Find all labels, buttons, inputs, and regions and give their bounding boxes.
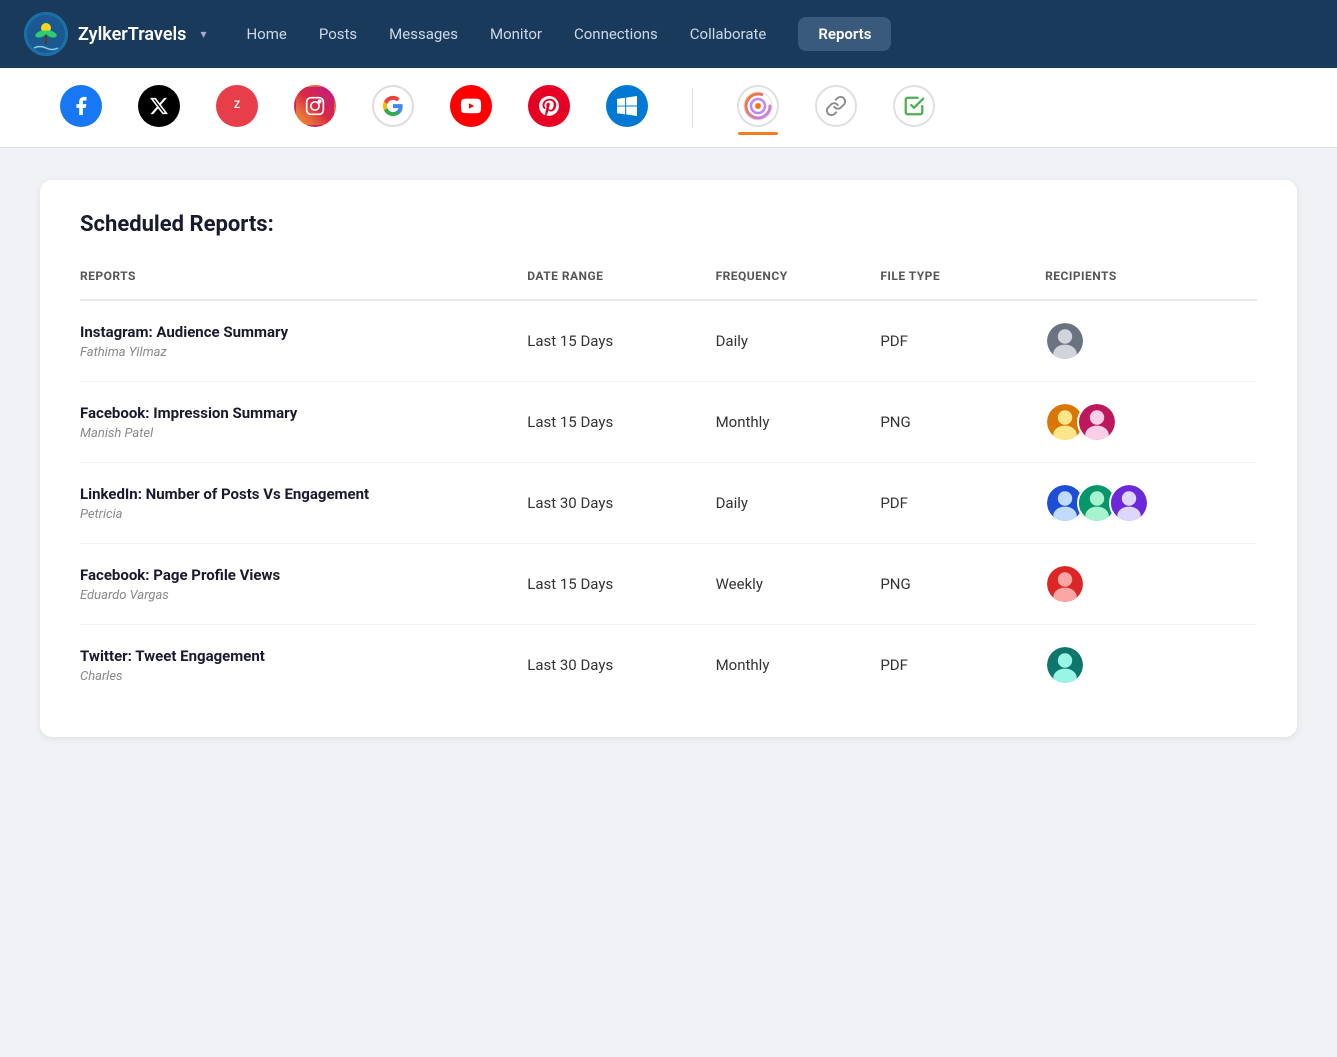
table-row[interactable]: LinkedIn: Number of Posts Vs Engagement P… [80, 463, 1257, 544]
social-bar-divider [692, 88, 693, 128]
report-name-3: Facebook: Page Profile Views [80, 566, 527, 584]
col-reports: REPORTS [80, 269, 527, 300]
report-owner-1: Manish Patel [80, 426, 527, 441]
page-title: Scheduled Reports: [80, 212, 1257, 237]
report-owner-0: Fathima Yilmaz [80, 345, 527, 360]
social-zoho[interactable]: Z [216, 85, 258, 131]
date-range-2: Last 30 Days [527, 463, 715, 544]
frequency-2: Daily [716, 463, 881, 544]
file-type-2: PDF [880, 463, 1045, 544]
report-owner-4: Charles [80, 669, 527, 684]
recipients-2 [1045, 463, 1257, 544]
nav-connections[interactable]: Connections [574, 25, 658, 43]
report-name-4: Twitter: Tweet Engagement [80, 647, 527, 665]
navbar: ZylkerTravels ▾ Home Posts Messages Moni… [0, 0, 1337, 68]
zoho-icon: Z [216, 85, 258, 127]
date-range-3: Last 15 Days [527, 544, 715, 625]
social-windows[interactable] [606, 85, 648, 131]
recipients-1 [1045, 382, 1257, 463]
frequency-3: Weekly [716, 544, 881, 625]
nav-messages[interactable]: Messages [389, 25, 458, 43]
nav-collaborate[interactable]: Collaborate [690, 25, 767, 43]
instagram-icon [294, 85, 336, 127]
recipients-3 [1045, 544, 1257, 625]
nav-home[interactable]: Home [246, 25, 286, 43]
col-recipients: RECIPIENTS [1045, 269, 1257, 300]
report-name-1: Facebook: Impression Summary [80, 404, 527, 422]
nav-posts[interactable]: Posts [319, 25, 357, 43]
col-frequency: FREQUENCY [716, 269, 881, 300]
col-file-type: FILE TYPE [880, 269, 1045, 300]
social-facebook[interactable] [60, 85, 102, 131]
social-google[interactable] [372, 85, 414, 131]
windows-icon [606, 85, 648, 127]
brand-logo [24, 12, 68, 56]
file-type-1: PNG [880, 382, 1045, 463]
report-name-0: Instagram: Audience Summary [80, 323, 527, 341]
google-icon [372, 85, 414, 127]
social-instagram[interactable] [294, 85, 336, 131]
twitter-icon [138, 85, 180, 127]
social-zcircle[interactable] [737, 85, 779, 131]
brand[interactable]: ZylkerTravels ▾ [24, 12, 206, 56]
nav-monitor[interactable]: Monitor [490, 25, 542, 43]
date-range-4: Last 30 Days [527, 625, 715, 706]
report-owner-2: Petricia [80, 507, 527, 522]
table-row[interactable]: Instagram: Audience Summary Fathima Yilma… [80, 300, 1257, 382]
table-row[interactable]: Facebook: Impression Summary Manish Patel… [80, 382, 1257, 463]
frequency-1: Monthly [716, 382, 881, 463]
file-type-4: PDF [880, 625, 1045, 706]
social-twitter[interactable] [138, 85, 180, 131]
pinterest-icon [528, 85, 570, 127]
youtube-icon [450, 85, 492, 127]
date-range-1: Last 15 Days [527, 382, 715, 463]
frequency-0: Daily [716, 300, 881, 382]
green-icon [893, 85, 935, 127]
social-pinterest[interactable] [528, 85, 570, 131]
reports-table: REPORTS DATE RANGE FREQUENCY FILE TYPE R… [80, 269, 1257, 705]
reports-card: Scheduled Reports: REPORTS DATE RANGE FR… [40, 180, 1297, 737]
table-header-row: REPORTS DATE RANGE FREQUENCY FILE TYPE R… [80, 269, 1257, 300]
date-range-0: Last 15 Days [527, 300, 715, 382]
nav-links: Home Posts Messages Monitor Connections … [246, 17, 1313, 51]
avatar [1045, 564, 1085, 604]
file-type-3: PNG [880, 544, 1045, 625]
recipients-0 [1045, 300, 1257, 382]
file-type-0: PDF [880, 300, 1045, 382]
main-content: Scheduled Reports: REPORTS DATE RANGE FR… [0, 148, 1337, 769]
table-row[interactable]: Facebook: Page Profile Views Eduardo Varg… [80, 544, 1257, 625]
brand-chevron: ▾ [200, 27, 206, 41]
social-green[interactable] [893, 85, 935, 131]
social-chain[interactable] [815, 85, 857, 131]
avatar [1109, 483, 1149, 523]
facebook-icon [60, 85, 102, 127]
report-owner-3: Eduardo Vargas [80, 588, 527, 603]
social-youtube[interactable] [450, 85, 492, 131]
table-row[interactable]: Twitter: Tweet Engagement CharlesLast 30 … [80, 625, 1257, 706]
zcircle-icon [737, 85, 779, 127]
report-name-2: LinkedIn: Number of Posts Vs Engagement [80, 485, 527, 503]
brand-name: ZylkerTravels [78, 24, 186, 45]
social-bar: Z [0, 68, 1337, 148]
avatar [1045, 321, 1085, 361]
chain-icon [815, 85, 857, 127]
nav-reports[interactable]: Reports [798, 17, 891, 51]
col-date-range: DATE RANGE [527, 269, 715, 300]
avatar [1077, 402, 1117, 442]
frequency-4: Monthly [716, 625, 881, 706]
avatar [1045, 645, 1085, 685]
recipients-4 [1045, 625, 1257, 706]
